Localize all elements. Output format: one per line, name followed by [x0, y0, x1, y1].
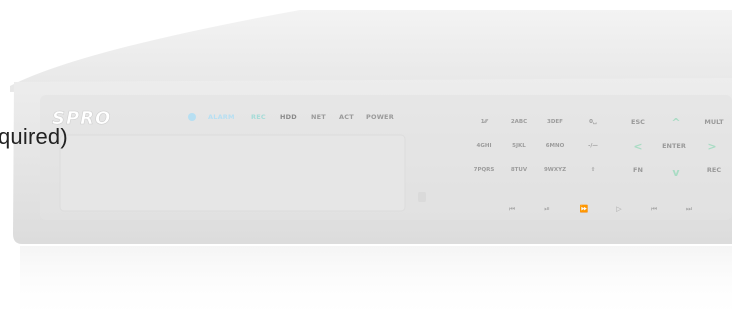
key-6[interactable]: 6MNO — [544, 140, 566, 152]
esc-button[interactable]: ESC — [624, 116, 652, 128]
key-4[interactable]: 4GHI — [473, 140, 495, 152]
key-8[interactable]: 8TUV — [508, 164, 530, 176]
down-arrow-icon[interactable]: v — [668, 165, 684, 179]
dvr-display-window — [59, 134, 406, 212]
key-1[interactable]: 1⁄⁄⁄ — [473, 116, 495, 128]
key-9[interactable]: 9WXYZ — [544, 164, 566, 176]
right-arrow-icon[interactable]: > — [704, 139, 720, 153]
enter-button[interactable]: ENTER — [660, 140, 688, 152]
status-net: NET — [311, 113, 326, 121]
prev-track-icon[interactable]: ⏮ — [503, 203, 521, 215]
status-alarm: ALARM — [208, 113, 235, 121]
alarm-led — [188, 113, 196, 121]
rec-button[interactable]: REC — [700, 164, 728, 176]
key-dash[interactable]: -/— — [582, 140, 604, 152]
key-shift[interactable]: ⇧ — [582, 164, 604, 176]
cropped-caption-text: quired) — [0, 124, 68, 149]
play-pause-icon[interactable]: ⏯ — [538, 203, 556, 215]
key-5[interactable]: 5JKL — [508, 140, 530, 152]
key-0[interactable]: 0␣ — [582, 116, 604, 128]
status-hdd: HDD — [280, 113, 297, 121]
dvr-reflection — [20, 246, 732, 323]
status-rec: REC — [251, 113, 266, 121]
key-7[interactable]: 7PQRS — [473, 164, 495, 176]
fn-button[interactable]: FN — [624, 164, 652, 176]
left-arrow-icon[interactable]: < — [630, 139, 646, 153]
skip-forward-icon[interactable]: ⏭ — [680, 203, 698, 215]
key-3[interactable]: 3DEF — [544, 116, 566, 128]
status-act: ACT — [339, 113, 354, 121]
dvr-product-photo: SPRO ALARM REC HDD NET ACT POWER 1⁄⁄⁄ 2A… — [0, 0, 732, 323]
up-arrow-icon[interactable]: ^ — [668, 115, 684, 129]
skip-back-icon[interactable]: ⏮ — [645, 203, 663, 215]
mult-button[interactable]: MULT — [700, 116, 728, 128]
status-power: POWER — [366, 113, 394, 121]
dvr-body-illustration: SPRO — [10, 10, 732, 323]
step-forward-icon[interactable]: ▷ — [610, 203, 628, 215]
fast-forward-icon[interactable]: ⏩ — [575, 203, 593, 215]
key-2[interactable]: 2ABC — [508, 116, 530, 128]
